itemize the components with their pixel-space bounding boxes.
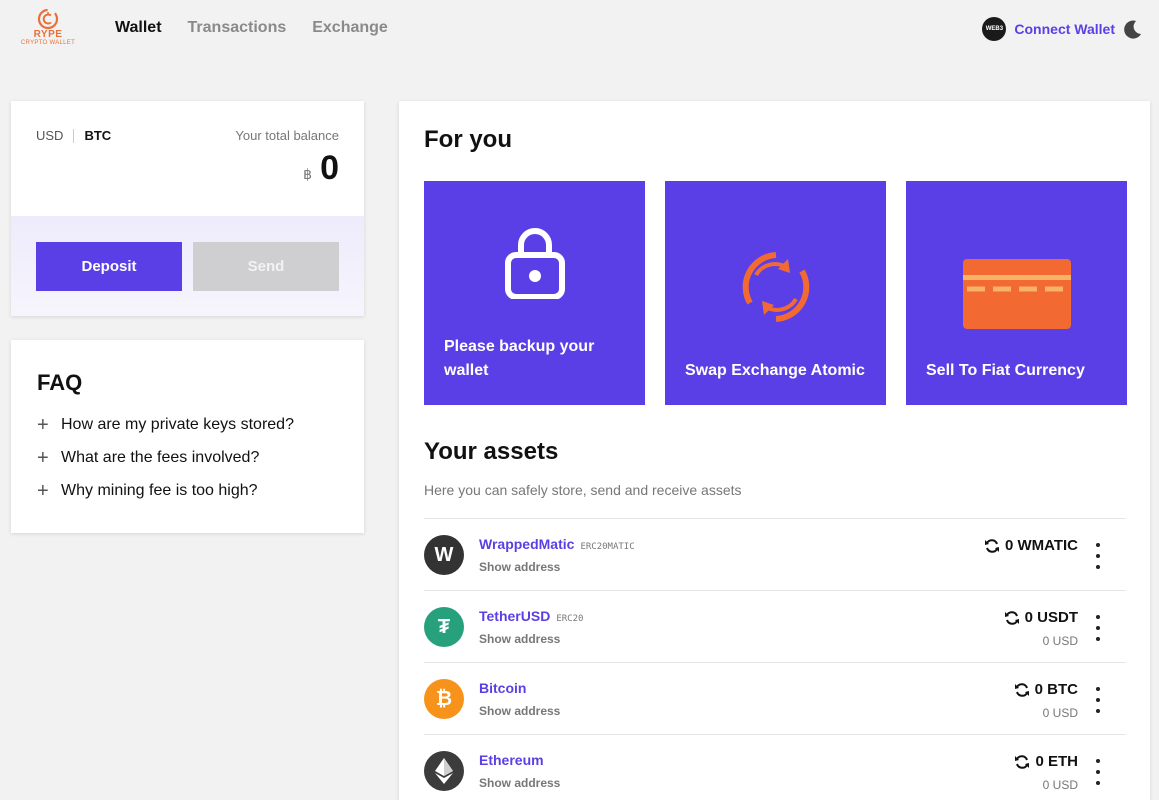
refresh-icon[interactable] [984,538,1000,554]
currency-divider [73,128,75,143]
faq-question: What are the fees involved? [61,448,260,466]
refresh-icon[interactable] [1004,610,1020,626]
plus-icon: + [37,446,49,469]
for-you-title: For you [424,126,512,153]
tile-label: Sell To Fiat Currency [926,362,1085,379]
nav-wallet[interactable]: Wallet [115,19,162,37]
more-options-icon[interactable] [1090,543,1106,569]
faq-list: + How are my private keys stored? + What… [37,408,294,507]
refresh-icon[interactable] [1014,754,1030,770]
assets-list: W WrappedMatic ERC20MATIC Show address 0… [424,518,1126,800]
asset-name[interactable]: WrappedMatic [479,536,574,552]
logo-mark-icon [37,8,59,30]
main-panel: For you Please backup your wallet Swap E… [399,101,1150,800]
total-balance-value: 0 [320,149,339,187]
balance-card: USD BTC Your total balance ฿ 0 Deposit S… [11,101,364,316]
total-balance: ฿ 0 [303,149,339,188]
connect-wallet-button[interactable]: WEB3 Connect Wallet [982,17,1115,41]
backup-wallet-tile[interactable]: Please backup your wallet [424,181,645,405]
nav-transactions[interactable]: Transactions [188,19,287,37]
send-button[interactable]: Send [193,242,339,291]
logo-subtext: CRYPTO WALLET [20,40,76,46]
faq-item[interactable]: + Why mining fee is too high? [37,474,294,507]
plus-icon: + [37,413,49,436]
tile-label: Swap Exchange Atomic [685,362,865,379]
asset-name[interactable]: TetherUSD [479,608,550,624]
asset-name-group: TetherUSD ERC20 [479,608,583,624]
asset-amount: 0 BTC [1014,681,1078,698]
currency-usd[interactable]: USD [36,128,63,143]
plus-icon: + [37,479,49,502]
nav-exchange[interactable]: Exchange [312,19,388,37]
asset-tag: ERC20 [556,614,584,624]
tether-icon: ₮ [424,607,464,647]
currency-btc[interactable]: BTC [84,128,111,143]
logo-text: RYPE [33,29,63,40]
asset-amount-value: 0 BTC [1034,681,1078,698]
faq-item[interactable]: + What are the fees involved? [37,441,294,474]
faq-title: FAQ [37,370,83,395]
ethereum-icon [424,751,464,791]
asset-row-wmatic: W WrappedMatic ERC20MATIC Show address 0… [424,519,1126,591]
show-address-link[interactable]: Show address [479,704,560,718]
card-icon [962,259,1071,329]
total-balance-label: Your total balance [235,128,339,143]
web3-icon: WEB3 [982,17,1007,41]
asset-usd-value: 0 USD [1042,778,1078,792]
asset-amount-value: 0 ETH [1035,753,1078,770]
refresh-icon[interactable] [1014,682,1030,698]
header: RYPE CRYPTO WALLET Wallet Transactions E… [0,0,1159,60]
asset-amount-value: 0 WMATIC [1004,537,1078,554]
asset-usd-value: 0 USD [1042,706,1078,720]
balance-actions: Deposit Send [11,216,364,316]
asset-name[interactable]: Ethereum [479,752,544,768]
faq-card: FAQ + How are my private keys stored? + … [11,340,364,533]
asset-usd-value: 0 USD [1042,634,1078,648]
for-you-tiles: Please backup your wallet Swap Exchange … [424,181,1127,405]
assets-subtitle: Here you can safely store, send and rece… [424,482,742,498]
logo[interactable]: RYPE CRYPTO WALLET [16,8,80,52]
faq-question: How are my private keys stored? [61,415,294,433]
lock-icon [504,228,565,299]
asset-row-eth: Ethereum Show address 0 ETH 0 USD [424,735,1126,800]
asset-tag: ERC20MATIC [580,542,635,552]
more-options-icon[interactable] [1090,615,1106,641]
asset-row-usdt: ₮ TetherUSD ERC20 Show address 0 USDT 0 … [424,591,1126,663]
asset-amount: 0 WMATIC [984,537,1078,554]
moon-icon[interactable] [1121,18,1143,40]
more-options-icon[interactable] [1090,759,1106,785]
show-address-link[interactable]: Show address [479,632,560,646]
deposit-button[interactable]: Deposit [36,242,182,291]
bitcoin-symbol-icon: ฿ [303,166,313,182]
asset-row-btc: ₿ Bitcoin Show address 0 BTC 0 USD [424,663,1126,735]
asset-amount: 0 ETH [1014,753,1078,770]
tile-label: Please backup your wallet [444,338,595,379]
show-address-link[interactable]: Show address [479,776,560,790]
asset-name-group: Bitcoin [479,680,532,696]
currency-toggle: USD BTC [36,128,111,143]
show-address-link[interactable]: Show address [479,560,560,574]
faq-question: Why mining fee is too high? [61,481,258,499]
wmatic-icon: W [424,535,464,575]
asset-name[interactable]: Bitcoin [479,680,526,696]
asset-amount-value: 0 USDT [1024,609,1078,626]
more-options-icon[interactable] [1090,687,1106,713]
asset-amount: 0 USDT [1004,609,1078,626]
assets-title: Your assets [424,438,559,465]
connect-wallet-label: Connect Wallet [1014,21,1115,37]
swap-exchange-tile[interactable]: Swap Exchange Atomic [665,181,886,405]
bitcoin-icon: ₿ [424,679,464,719]
faq-item[interactable]: + How are my private keys stored? [37,408,294,441]
main-nav: Wallet Transactions Exchange [115,19,388,37]
asset-name-group: WrappedMatic ERC20MATIC [479,536,635,552]
sell-fiat-tile[interactable]: Sell To Fiat Currency [906,181,1127,405]
asset-name-group: Ethereum [479,752,550,768]
swap-icon [742,252,809,322]
